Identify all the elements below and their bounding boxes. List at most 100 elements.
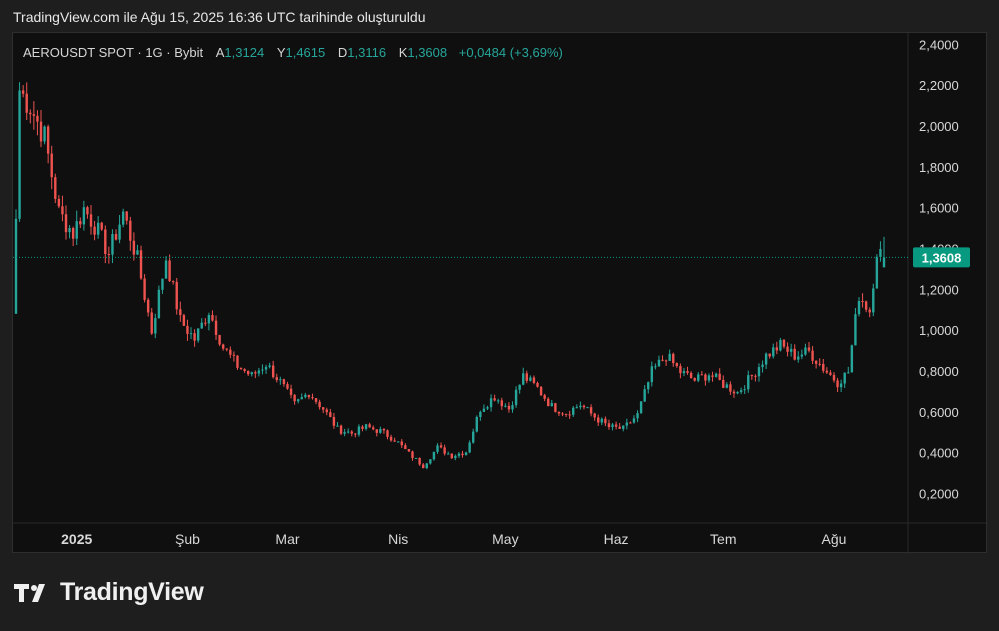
candle-body-up xyxy=(429,459,432,464)
candle-body-up xyxy=(757,367,761,377)
candle-body-up xyxy=(200,322,203,329)
price-tick-label: 1,2000 xyxy=(919,282,959,297)
candle-body-down xyxy=(171,281,175,283)
candle-body-up xyxy=(196,328,200,341)
candle-body-up xyxy=(454,455,457,459)
candle-body-down xyxy=(382,428,386,431)
candle-body-up xyxy=(625,422,629,426)
candle-body-down xyxy=(729,384,732,392)
candle-body-down xyxy=(211,315,214,321)
candle-body-down xyxy=(139,250,143,279)
candle-body-up xyxy=(357,426,361,435)
change-value: +0,0484 (+3,69%) xyxy=(458,45,563,60)
candle-body-up xyxy=(879,248,882,257)
candle-body-down xyxy=(532,377,536,383)
candle-body-down xyxy=(104,229,107,255)
candle-body-up xyxy=(647,382,650,390)
candle-body-down xyxy=(32,114,36,116)
candle-body-down xyxy=(547,398,550,406)
candle-body-down xyxy=(372,427,375,430)
candle-body-down xyxy=(186,325,189,334)
candle-body-up xyxy=(857,300,861,315)
candle-body-down xyxy=(214,320,218,335)
candle-body-down xyxy=(286,384,289,389)
candle-body-up xyxy=(475,417,478,432)
candle-body-up xyxy=(518,384,521,390)
candle-body-up xyxy=(154,318,157,334)
candle-body-down xyxy=(718,373,721,380)
candle-body-down xyxy=(168,260,171,282)
candle-body-down xyxy=(829,372,832,375)
candle-body-up xyxy=(343,432,346,434)
candle-body-down xyxy=(450,453,453,459)
candle-body-up xyxy=(136,250,139,255)
candlestick-chart[interactable]: 2,40002,20002,00001,80001,60001,40001,20… xyxy=(13,33,988,554)
candle-body-up xyxy=(797,356,800,360)
candle-body-down xyxy=(818,363,821,365)
candle-body-down xyxy=(564,413,568,415)
candle-body-down xyxy=(54,177,57,199)
candle-body-down xyxy=(822,363,825,371)
candle-body-down xyxy=(554,403,557,412)
candle-body-down xyxy=(786,346,789,352)
candle-body-up xyxy=(336,425,339,427)
candle-body-down xyxy=(354,433,357,435)
candle-body-down xyxy=(661,359,664,361)
candle-body-up xyxy=(75,221,78,239)
candle-body-down xyxy=(793,348,796,360)
candle-body-down xyxy=(311,397,314,399)
candle-body-down xyxy=(218,334,221,345)
candle-body-up xyxy=(882,257,886,268)
candle-body-down xyxy=(100,222,103,230)
candle-body-down xyxy=(107,254,111,256)
candle-body-up xyxy=(436,445,439,452)
candle-body-down xyxy=(125,211,128,221)
candle-body-down xyxy=(193,333,196,341)
candle-body-down xyxy=(386,430,389,437)
candle-body-up xyxy=(682,371,686,374)
candle-body-down xyxy=(146,299,150,313)
candle-body-up xyxy=(772,347,775,357)
close-value: 1,3608 xyxy=(407,45,448,60)
candle-body-down xyxy=(722,379,725,388)
candle-body-down xyxy=(246,370,250,375)
candle-body-down xyxy=(321,407,325,410)
candle-body-up xyxy=(579,405,582,408)
price-tick-label: 0,6000 xyxy=(919,405,959,420)
candle-body-down xyxy=(861,300,864,302)
candle-body-up xyxy=(257,370,261,374)
candle-body-up xyxy=(157,289,161,319)
candle-body-up xyxy=(843,372,846,384)
candle-body-up xyxy=(736,392,739,394)
candle-body-up xyxy=(714,373,718,377)
candle-body-down xyxy=(182,315,186,326)
time-tick-label: Nis xyxy=(388,531,408,547)
time-tick-label: May xyxy=(492,531,518,547)
candle-body-up xyxy=(761,364,764,368)
symbol-label[interactable]: AEROUSDT SPOT · 1G · Bybit xyxy=(23,45,203,60)
candle-body-up xyxy=(14,218,18,314)
candle-body-up xyxy=(804,347,807,355)
chart-panel[interactable]: 2,40002,20002,00001,80001,60001,40001,20… xyxy=(12,32,988,554)
candle-body-down xyxy=(46,126,50,154)
candle-body-down xyxy=(679,366,682,374)
symbol-legend: AEROUSDT SPOT · 1G · Bybit A1,3124 Y1,46… xyxy=(23,45,563,60)
candle-body-down xyxy=(204,322,207,324)
candle-body-down xyxy=(236,355,239,368)
candle-body-up xyxy=(668,353,671,361)
tradingview-logo-icon xyxy=(14,583,45,602)
candle-body-down xyxy=(404,445,407,450)
candle-body-down xyxy=(868,309,871,313)
candle-body-down xyxy=(275,377,278,381)
time-tick-label: Ağu xyxy=(822,531,847,547)
candle-body-down xyxy=(282,379,286,385)
low-label: D xyxy=(337,45,348,60)
candle-body-down xyxy=(254,372,257,374)
candle-body-up xyxy=(657,359,661,367)
tradingview-logo[interactable]: TradingView xyxy=(14,578,204,607)
candle-body-down xyxy=(700,374,704,376)
candle-body-down xyxy=(289,388,293,395)
candle-body-down xyxy=(811,350,814,361)
candle-body-down xyxy=(732,391,736,394)
candle-body-down xyxy=(807,347,811,351)
